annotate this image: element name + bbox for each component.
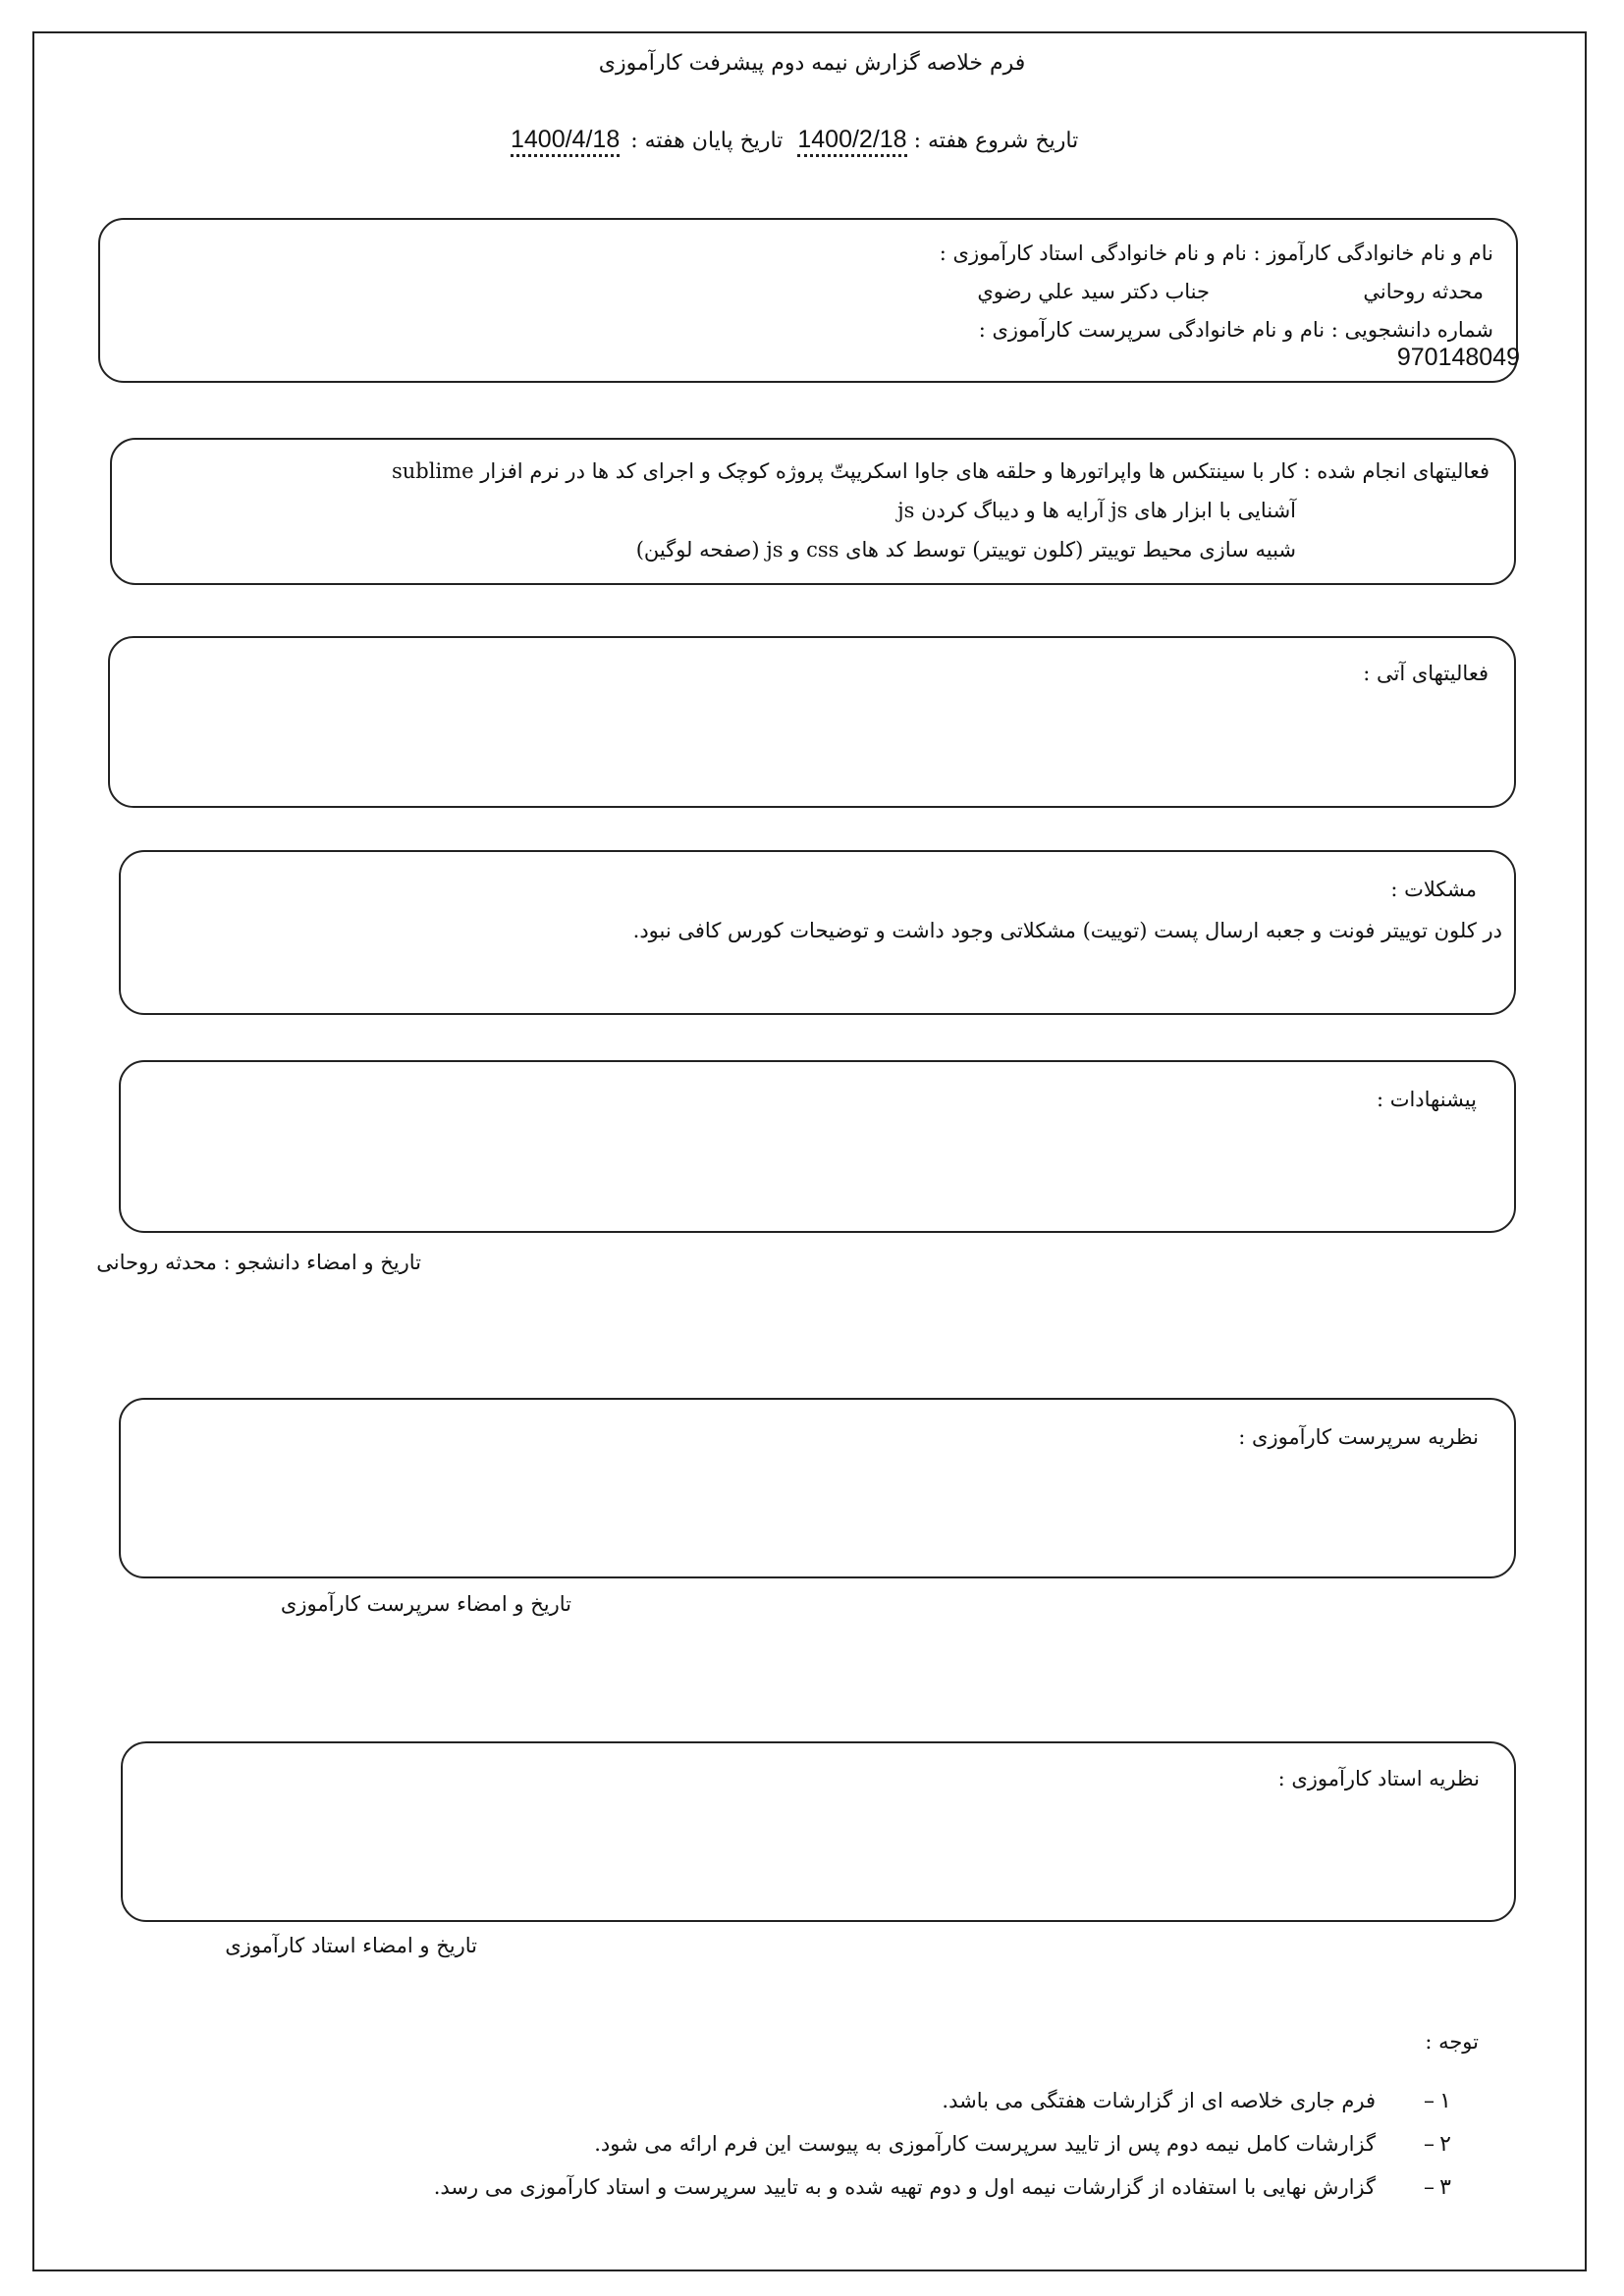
supervisor-opinion-label: نظریه سرپرست کارآموزی :: [1238, 1425, 1479, 1449]
start-date-value: 1400/2/18: [797, 126, 907, 157]
note-1-number: ۱: [1439, 2089, 1451, 2113]
names-label: نام و نام خانوادگی کارآموز : نام و نام خ…: [939, 241, 1493, 265]
activities-label: فعالیتهای انجام شده :: [1303, 459, 1489, 483]
activities-line-3: شبیه سازی محیط توییتر (کلون توییتر) توسط…: [635, 538, 1296, 561]
id-label: شماره دانشجویی : نام و نام خانوادگی سرپر…: [978, 318, 1493, 342]
future-activities-label: فعالیتهای آتی :: [1363, 662, 1489, 685]
note-2-number: ۲: [1439, 2132, 1451, 2157]
note-3-dash: –: [1424, 2175, 1435, 2200]
form-title-text: فرم خلاصه گزارش نیمه دوم پیشرفت کارآموزی: [598, 51, 1026, 76]
activities-text-1: کار با سینتکس ها واپراتورها و حلقه های ج…: [392, 459, 1297, 483]
end-date-label: تاریخ پایان هفته :: [630, 129, 784, 153]
suggestions-box: [119, 1060, 1516, 1233]
professor-opinion-label: نظریه استاد کارآموزی :: [1277, 1767, 1480, 1790]
future-activities-box: [108, 636, 1516, 808]
start-date-label: تاریخ شروع هفته :: [913, 129, 1079, 153]
date-line: 1400/4/18 تاریخ پایان هفته : 1400/2/18 ت…: [511, 126, 1078, 157]
student-id: 970148049: [1396, 344, 1520, 371]
student-signature: تاریخ و امضاء دانشجو : محدثه روحانی: [96, 1251, 421, 1274]
activities-line-1: فعالیتهای انجام شده : کار با سینتکس ها و…: [392, 459, 1489, 483]
problems-text: در کلون توییتر فونت و جعبه ارسال پست (تو…: [632, 919, 1502, 942]
note-3-number: ۳: [1439, 2175, 1451, 2200]
note-2-dash: –: [1424, 2132, 1435, 2157]
suggestions-label: پیشنهادات :: [1376, 1088, 1477, 1111]
note-2-text: گزارشات کامل نیمه دوم پس از تایید سرپرست…: [594, 2132, 1376, 2156]
problems-label: مشکلات :: [1390, 878, 1477, 901]
document-page: { "form": { "title": "فرم خلاصه گزارش نی…: [0, 0, 1624, 2296]
professor-name: جناب دكتر سيد علي رضوي: [977, 280, 1210, 303]
notes-label: توجه :: [1425, 2030, 1479, 2054]
supervisor-signature: تاریخ و امضاء سرپرست کارآموزی: [280, 1592, 571, 1616]
form-title: فرم خلاصه گزارش نیمه دوم پیشرفت کارآموزی: [0, 51, 1624, 76]
note-3-text: گزارش نهایی با استفاده از گزارشات نیمه ا…: [433, 2175, 1376, 2199]
note-1-text: فرم جاری خلاصه ای از گزارشات هفتگی می با…: [942, 2089, 1376, 2112]
activities-line-2: آشنایی با ابزار های js آرایه ها و دیباگ …: [897, 499, 1296, 522]
professor-signature: تاریخ و امضاء استاد کارآموزی: [225, 1934, 477, 1957]
student-name: محدثه روحاني: [1363, 280, 1484, 303]
note-1-dash: –: [1424, 2089, 1435, 2113]
end-date-value: 1400/4/18: [511, 126, 621, 157]
